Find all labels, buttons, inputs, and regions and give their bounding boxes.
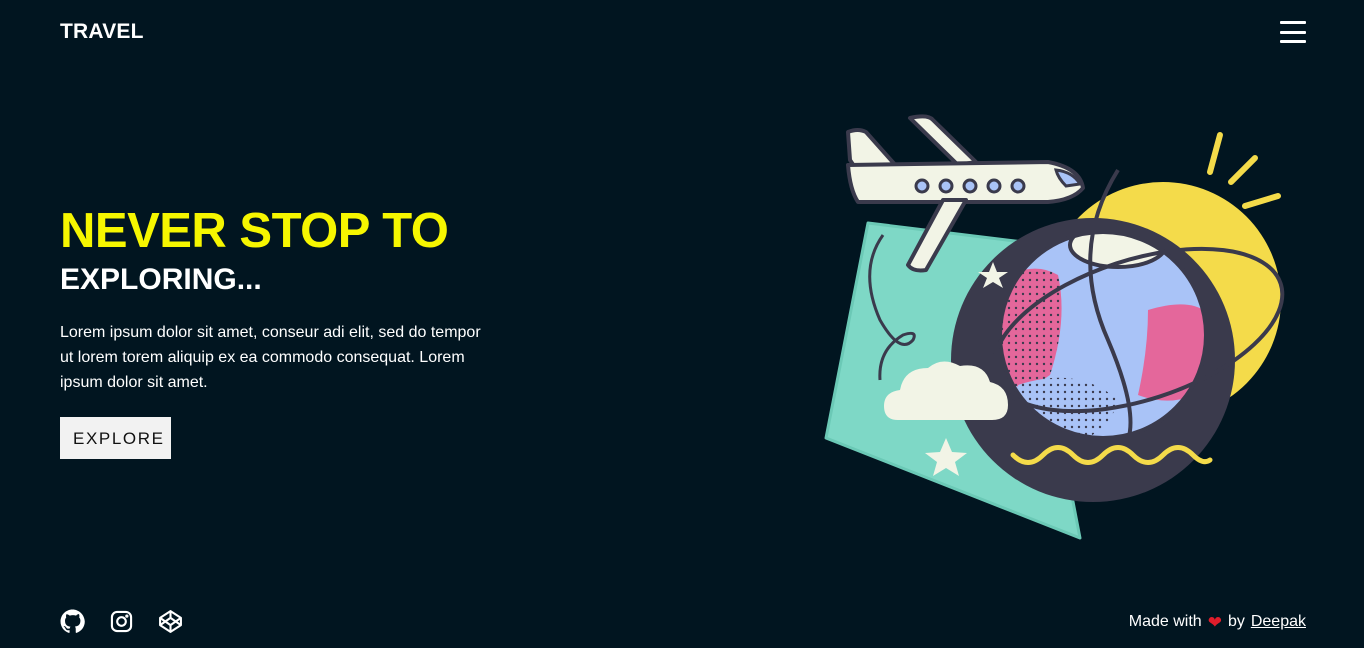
- landing-page: TRAVEL NEVER STOP TO EXPLORING... Lorem …: [0, 0, 1364, 648]
- github-icon[interactable]: [60, 609, 85, 634]
- instagram-icon[interactable]: [109, 609, 134, 634]
- hero-subtitle: EXPLORING...: [60, 263, 262, 296]
- site-logo[interactable]: TRAVEL: [60, 20, 144, 44]
- credit-prefix: Made with: [1128, 613, 1202, 630]
- social-links: [60, 609, 183, 634]
- heart-icon: ❤: [1207, 612, 1222, 632]
- travel-illustration: [818, 110, 1288, 550]
- footer-credit: Made with ❤ by Deepak: [1129, 613, 1306, 631]
- hamburger-menu-icon[interactable]: [1280, 21, 1306, 43]
- header: TRAVEL: [60, 16, 1306, 48]
- hero-section: NEVER STOP TO EXPLORING... Lorem ipsum d…: [60, 204, 510, 459]
- hero-title: NEVER STOP TO: [60, 204, 449, 258]
- author-link[interactable]: Deepak: [1251, 613, 1306, 631]
- codepen-icon[interactable]: [158, 609, 183, 634]
- explore-button[interactable]: EXPLORE: [60, 417, 171, 459]
- hero-description: Lorem ipsum dolor sit amet, conseur adi …: [60, 324, 481, 391]
- credit-by: by: [1227, 613, 1245, 630]
